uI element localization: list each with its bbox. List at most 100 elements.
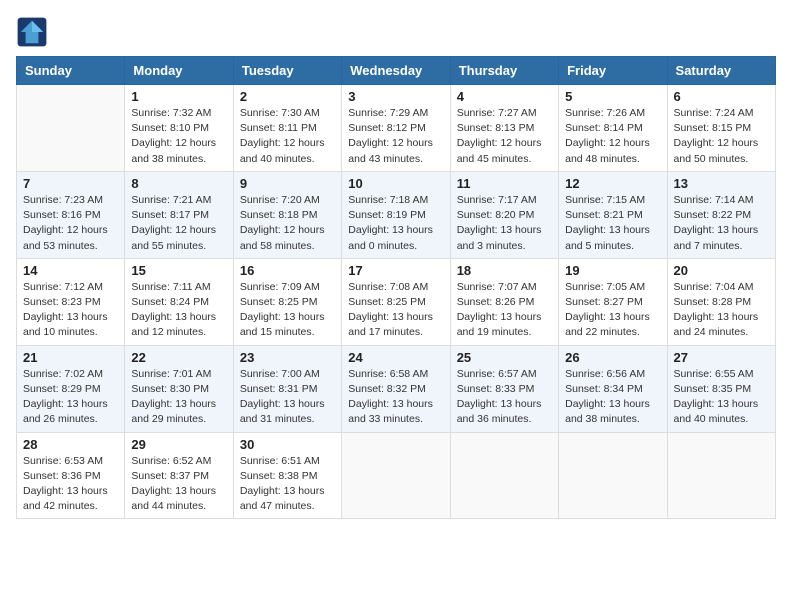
calendar-cell: 5 Sunrise: 7:26 AMSunset: 8:14 PMDaylight… xyxy=(559,85,667,172)
day-number: 12 xyxy=(565,176,660,191)
calendar-day-header: Thursday xyxy=(450,57,558,85)
day-info: Sunrise: 6:52 AMSunset: 8:37 PMDaylight:… xyxy=(131,454,226,515)
day-info: Sunrise: 6:58 AMSunset: 8:32 PMDaylight:… xyxy=(348,367,443,428)
calendar-cell: 24 Sunrise: 6:58 AMSunset: 8:32 PMDayligh… xyxy=(342,345,450,432)
calendar-cell: 29 Sunrise: 6:52 AMSunset: 8:37 PMDayligh… xyxy=(125,432,233,519)
day-number: 29 xyxy=(131,437,226,452)
day-info: Sunrise: 6:53 AMSunset: 8:36 PMDaylight:… xyxy=(23,454,118,515)
day-number: 28 xyxy=(23,437,118,452)
calendar-table: SundayMondayTuesdayWednesdayThursdayFrid… xyxy=(16,56,776,519)
day-number: 13 xyxy=(674,176,769,191)
day-info: Sunrise: 7:15 AMSunset: 8:21 PMDaylight:… xyxy=(565,193,660,254)
calendar-cell xyxy=(342,432,450,519)
day-number: 21 xyxy=(23,350,118,365)
calendar-cell xyxy=(17,85,125,172)
calendar-cell: 20 Sunrise: 7:04 AMSunset: 8:28 PMDayligh… xyxy=(667,258,775,345)
day-info: Sunrise: 7:04 AMSunset: 8:28 PMDaylight:… xyxy=(674,280,769,341)
calendar-cell: 30 Sunrise: 6:51 AMSunset: 8:38 PMDayligh… xyxy=(233,432,341,519)
day-number: 19 xyxy=(565,263,660,278)
calendar-header-row: SundayMondayTuesdayWednesdayThursdayFrid… xyxy=(17,57,776,85)
day-number: 24 xyxy=(348,350,443,365)
calendar-cell: 16 Sunrise: 7:09 AMSunset: 8:25 PMDayligh… xyxy=(233,258,341,345)
calendar-day-header: Wednesday xyxy=(342,57,450,85)
day-info: Sunrise: 7:24 AMSunset: 8:15 PMDaylight:… xyxy=(674,106,769,167)
calendar-cell: 11Sunrise: 7:17 AMSunset: 8:20 PMDayligh… xyxy=(450,171,558,258)
day-number: 14 xyxy=(23,263,118,278)
day-number: 9 xyxy=(240,176,335,191)
calendar-cell: 23 Sunrise: 7:00 AMSunset: 8:31 PMDayligh… xyxy=(233,345,341,432)
calendar-cell: 2 Sunrise: 7:30 AMSunset: 8:11 PMDaylight… xyxy=(233,85,341,172)
day-info: Sunrise: 6:51 AMSunset: 8:38 PMDaylight:… xyxy=(240,454,335,515)
day-info: Sunrise: 6:56 AMSunset: 8:34 PMDaylight:… xyxy=(565,367,660,428)
day-info: Sunrise: 7:07 AMSunset: 8:26 PMDaylight:… xyxy=(457,280,552,341)
day-number: 17 xyxy=(348,263,443,278)
calendar-cell: 3 Sunrise: 7:29 AMSunset: 8:12 PMDaylight… xyxy=(342,85,450,172)
calendar-cell: 13 Sunrise: 7:14 AMSunset: 8:22 PMDayligh… xyxy=(667,171,775,258)
calendar-cell: 22 Sunrise: 7:01 AMSunset: 8:30 PMDayligh… xyxy=(125,345,233,432)
calendar-week-row: 21 Sunrise: 7:02 AMSunset: 8:29 PMDayligh… xyxy=(17,345,776,432)
day-info: Sunrise: 7:11 AMSunset: 8:24 PMDaylight:… xyxy=(131,280,226,341)
day-number: 18 xyxy=(457,263,552,278)
calendar-week-row: 14 Sunrise: 7:12 AMSunset: 8:23 PMDayligh… xyxy=(17,258,776,345)
day-number: 22 xyxy=(131,350,226,365)
day-info: Sunrise: 7:00 AMSunset: 8:31 PMDaylight:… xyxy=(240,367,335,428)
calendar-cell: 27 Sunrise: 6:55 AMSunset: 8:35 PMDayligh… xyxy=(667,345,775,432)
day-info: Sunrise: 7:30 AMSunset: 8:11 PMDaylight:… xyxy=(240,106,335,167)
day-number: 20 xyxy=(674,263,769,278)
calendar-day-header: Tuesday xyxy=(233,57,341,85)
day-info: Sunrise: 7:02 AMSunset: 8:29 PMDaylight:… xyxy=(23,367,118,428)
calendar-cell xyxy=(667,432,775,519)
calendar-cell: 12 Sunrise: 7:15 AMSunset: 8:21 PMDayligh… xyxy=(559,171,667,258)
day-info: Sunrise: 7:26 AMSunset: 8:14 PMDaylight:… xyxy=(565,106,660,167)
day-info: Sunrise: 7:12 AMSunset: 8:23 PMDaylight:… xyxy=(23,280,118,341)
logo-icon xyxy=(16,16,48,48)
calendar-cell: 25Sunrise: 6:57 AMSunset: 8:33 PMDayligh… xyxy=(450,345,558,432)
day-info: Sunrise: 7:20 AMSunset: 8:18 PMDaylight:… xyxy=(240,193,335,254)
calendar-cell: 9 Sunrise: 7:20 AMSunset: 8:18 PMDaylight… xyxy=(233,171,341,258)
day-info: Sunrise: 7:14 AMSunset: 8:22 PMDaylight:… xyxy=(674,193,769,254)
day-info: Sunrise: 7:29 AMSunset: 8:12 PMDaylight:… xyxy=(348,106,443,167)
day-info: Sunrise: 7:09 AMSunset: 8:25 PMDaylight:… xyxy=(240,280,335,341)
day-number: 4 xyxy=(457,89,552,104)
calendar-week-row: 1 Sunrise: 7:32 AMSunset: 8:10 PMDaylight… xyxy=(17,85,776,172)
day-info: Sunrise: 6:55 AMSunset: 8:35 PMDaylight:… xyxy=(674,367,769,428)
day-number: 2 xyxy=(240,89,335,104)
calendar-cell xyxy=(450,432,558,519)
day-number: 5 xyxy=(565,89,660,104)
day-info: Sunrise: 7:27 AMSunset: 8:13 PMDaylight:… xyxy=(457,106,552,167)
day-number: 3 xyxy=(348,89,443,104)
calendar-cell: 6Sunrise: 7:24 AMSunset: 8:15 PMDaylight… xyxy=(667,85,775,172)
day-number: 26 xyxy=(565,350,660,365)
calendar-week-row: 28 Sunrise: 6:53 AMSunset: 8:36 PMDayligh… xyxy=(17,432,776,519)
day-info: Sunrise: 6:57 AMSunset: 8:33 PMDaylight:… xyxy=(457,367,552,428)
day-number: 1 xyxy=(131,89,226,104)
calendar-cell: 28 Sunrise: 6:53 AMSunset: 8:36 PMDayligh… xyxy=(17,432,125,519)
day-info: Sunrise: 7:05 AMSunset: 8:27 PMDaylight:… xyxy=(565,280,660,341)
calendar-cell: 8Sunrise: 7:21 AMSunset: 8:17 PMDaylight… xyxy=(125,171,233,258)
calendar-day-header: Friday xyxy=(559,57,667,85)
calendar-cell: 21 Sunrise: 7:02 AMSunset: 8:29 PMDayligh… xyxy=(17,345,125,432)
day-number: 16 xyxy=(240,263,335,278)
day-info: Sunrise: 7:01 AMSunset: 8:30 PMDaylight:… xyxy=(131,367,226,428)
day-info: Sunrise: 7:18 AMSunset: 8:19 PMDaylight:… xyxy=(348,193,443,254)
calendar-day-header: Sunday xyxy=(17,57,125,85)
day-number: 10 xyxy=(348,176,443,191)
calendar-cell xyxy=(559,432,667,519)
day-info: Sunrise: 7:08 AMSunset: 8:25 PMDaylight:… xyxy=(348,280,443,341)
calendar-cell: 10 Sunrise: 7:18 AMSunset: 8:19 PMDayligh… xyxy=(342,171,450,258)
calendar-cell: 4 Sunrise: 7:27 AMSunset: 8:13 PMDaylight… xyxy=(450,85,558,172)
calendar-cell: 7Sunrise: 7:23 AMSunset: 8:16 PMDaylight… xyxy=(17,171,125,258)
calendar-cell: 19 Sunrise: 7:05 AMSunset: 8:27 PMDayligh… xyxy=(559,258,667,345)
day-info: Sunrise: 7:17 AMSunset: 8:20 PMDaylight:… xyxy=(457,193,552,254)
calendar-cell: 17 Sunrise: 7:08 AMSunset: 8:25 PMDayligh… xyxy=(342,258,450,345)
day-number: 23 xyxy=(240,350,335,365)
calendar-cell: 26 Sunrise: 6:56 AMSunset: 8:34 PMDayligh… xyxy=(559,345,667,432)
calendar-day-header: Monday xyxy=(125,57,233,85)
calendar-cell: 15Sunrise: 7:11 AMSunset: 8:24 PMDayligh… xyxy=(125,258,233,345)
calendar-cell: 18 Sunrise: 7:07 AMSunset: 8:26 PMDayligh… xyxy=(450,258,558,345)
day-number: 30 xyxy=(240,437,335,452)
day-info: Sunrise: 7:32 AMSunset: 8:10 PMDaylight:… xyxy=(131,106,226,167)
day-info: Sunrise: 7:23 AMSunset: 8:16 PMDaylight:… xyxy=(23,193,118,254)
calendar-cell: 1 Sunrise: 7:32 AMSunset: 8:10 PMDaylight… xyxy=(125,85,233,172)
day-number: 27 xyxy=(674,350,769,365)
